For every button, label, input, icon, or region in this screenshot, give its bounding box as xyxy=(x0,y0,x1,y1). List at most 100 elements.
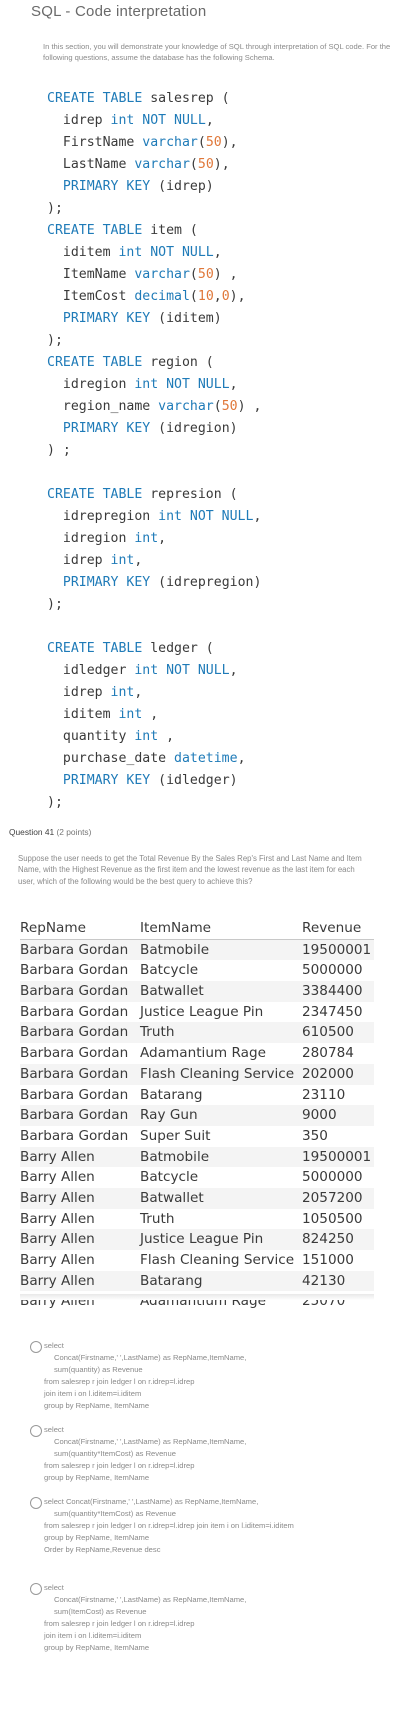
code-text: idrepregion xyxy=(47,509,159,524)
table-cell: Barbara Gordan xyxy=(20,1107,129,1124)
table-row: Barbara Gordan Ray Gun 9000 xyxy=(20,1105,374,1126)
option-code-line: sum(quantity*ItemCost) as Revenue xyxy=(54,1449,176,1458)
code-keyword: varchar xyxy=(134,157,190,172)
code-text: quantity xyxy=(47,729,135,744)
page-title: SQL - Code interpretation xyxy=(31,3,207,20)
code-keyword: decimal xyxy=(134,289,190,304)
column-header: ItemName xyxy=(140,920,212,936)
code-text: purchase_date xyxy=(47,751,175,766)
code-line: ); xyxy=(47,792,407,814)
table-header-row: RepName ItemName Revenue xyxy=(20,918,374,940)
code-keyword: int xyxy=(134,729,159,744)
code-text: , xyxy=(142,707,159,722)
question-label: Question 41 xyxy=(9,827,55,837)
code-keyword: PRIMARY KEY xyxy=(62,311,151,326)
code-text: ( xyxy=(189,157,198,172)
code-line: ); xyxy=(47,330,407,352)
code-line: idledger int NOT NULL, xyxy=(47,660,407,682)
code-keyword: CREATE TABLE xyxy=(47,223,143,238)
results-table: RepName ItemName Revenue Barbara Gordan B… xyxy=(20,918,374,1312)
table-cell: Barbara Gordan xyxy=(20,1127,129,1144)
code-keyword: varchar xyxy=(158,399,214,414)
radio-button[interactable] xyxy=(30,1341,42,1353)
code-line: PRIMARY KEY (iditem) xyxy=(47,308,407,330)
code-text: iditem xyxy=(47,245,119,260)
radio-button[interactable] xyxy=(30,1583,42,1595)
table-cell: Barry Allen xyxy=(20,1169,95,1186)
code-text: ) ; xyxy=(47,443,71,458)
code-number: 0 xyxy=(221,289,230,304)
question-points: (2 points) xyxy=(56,827,92,837)
code-text: idrep xyxy=(47,553,111,568)
table-cell: Justice League Pin xyxy=(140,1231,264,1248)
code-text: ledger ( xyxy=(142,641,214,656)
code-line: idrep int, xyxy=(47,682,407,704)
code-line: idregion int NOT NULL, xyxy=(47,374,407,396)
answer-option[interactable]: select Concat(Firstname,' ',LastName) as… xyxy=(30,1497,390,1557)
option-code-line: join item i on l.iditem=i.iditem xyxy=(44,1389,142,1398)
code-line: ); xyxy=(47,198,407,220)
option-code-line: select xyxy=(44,1425,64,1434)
table-cell: Flash Cleaning Service xyxy=(140,1252,295,1268)
table-cell: Barbara Gordan xyxy=(20,1065,129,1082)
code-keyword: int xyxy=(118,707,143,722)
question-header: Question 41 (2 points) xyxy=(9,827,91,837)
answer-option[interactable]: select Concat(Firstname,' ',LastName) as … xyxy=(30,1583,390,1655)
table-cell: 5000000 xyxy=(302,962,363,979)
code-number: 50 xyxy=(197,157,214,172)
table-cell: 1050500 xyxy=(302,1210,363,1227)
table-cell: 280784 xyxy=(302,1045,354,1062)
table-cell: 2347450 xyxy=(302,1003,363,1020)
code-line: region_name varchar(50) , xyxy=(47,396,407,418)
table-cell: 23110 xyxy=(302,1086,346,1103)
radio-button[interactable] xyxy=(30,1425,42,1437)
table-cell: Barbara Gordan xyxy=(20,941,129,958)
code-text: , xyxy=(213,289,222,304)
code-text: represion ( xyxy=(142,487,238,502)
code-text: ); xyxy=(47,201,63,216)
answer-option[interactable]: select Concat(Firstname,' ',LastName) as … xyxy=(30,1425,390,1485)
option-code-line: group by RepName, ItemName xyxy=(44,1401,150,1410)
code-line: PRIMARY KEY (idrepregion) xyxy=(47,572,407,594)
code-keyword: int NOT NULL xyxy=(158,509,254,524)
code-line: PRIMARY KEY (idregion) xyxy=(47,418,407,440)
table-cell: Truth xyxy=(140,1024,175,1041)
code-line: CREATE TABLE item ( xyxy=(47,220,407,242)
table-cell: 2057200 xyxy=(302,1189,363,1206)
code-text: ( xyxy=(189,289,198,304)
radio-button[interactable] xyxy=(30,1497,42,1509)
answer-option[interactable]: select Concat(Firstname,' ',LastName) as … xyxy=(30,1341,390,1413)
code-number: 10 xyxy=(197,289,214,304)
code-keyword: CREATE TABLE xyxy=(47,487,143,502)
table-cell: Barbara Gordan xyxy=(20,1045,129,1062)
code-keyword: int xyxy=(134,531,159,546)
code-text: idledger xyxy=(47,663,135,678)
code-line: idregion int, xyxy=(47,528,407,550)
option-code-line: Concat(Firstname,' ',LastName) as RepNam… xyxy=(54,1353,247,1362)
table-row: Barry Allen Batmobile 19500001 xyxy=(20,1146,374,1168)
code-text: (idregion) xyxy=(150,421,238,436)
code-text: FirstName xyxy=(47,135,143,150)
code-text: iditem xyxy=(47,707,119,722)
code-line: LastName varchar(50), xyxy=(47,154,407,176)
code-keyword: CREATE TABLE xyxy=(47,355,143,370)
table-cell: 3384400 xyxy=(302,983,363,1000)
table-cell: Truth xyxy=(140,1210,175,1227)
table-cell: Flash Cleaning Service xyxy=(140,1065,295,1082)
code-keyword: int NOT NULL xyxy=(134,663,230,678)
option-code-line: from salesrep r join ledger l on r.idrep… xyxy=(44,1461,195,1470)
code-line: purchase_date datetime, xyxy=(47,748,407,770)
code-line: PRIMARY KEY (idledger) xyxy=(47,770,407,792)
table-cell: Barbara Gordan xyxy=(20,1024,129,1041)
code-line: PRIMARY KEY (idrep) xyxy=(47,176,407,198)
table-row: Barry Allen Flash Cleaning Service 151000 xyxy=(20,1250,374,1271)
code-line: ); xyxy=(47,594,407,616)
option-code-line: select xyxy=(44,1341,64,1350)
code-line: ) ; xyxy=(47,440,407,462)
